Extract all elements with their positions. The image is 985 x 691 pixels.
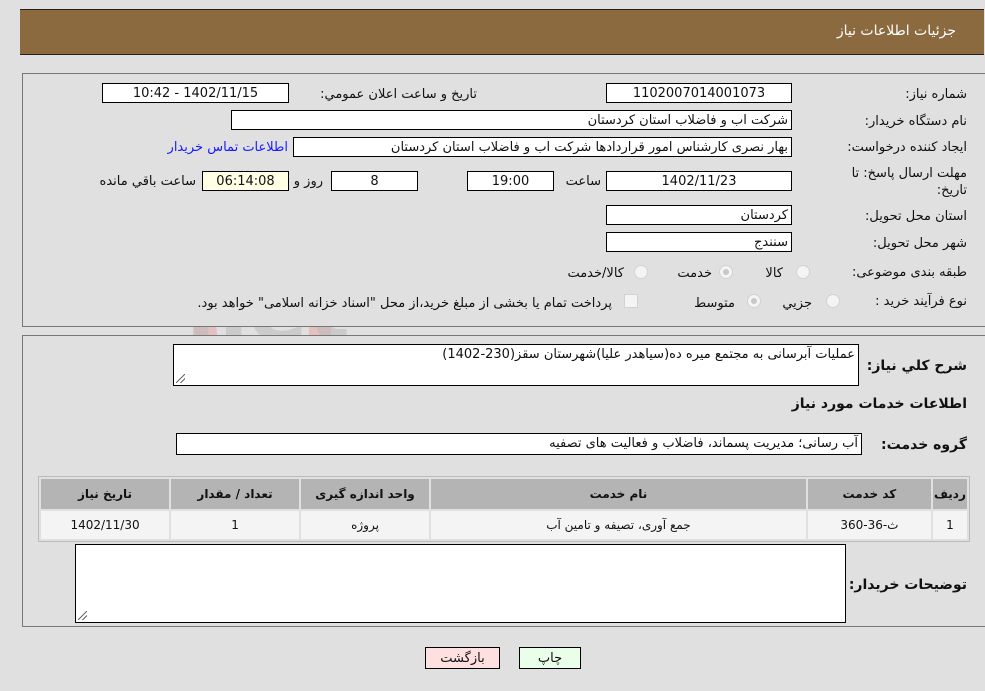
creator-field: بهار نصری کارشناس امور قراردادها شرکت اب… — [293, 137, 792, 157]
cell-row-number: 1 — [932, 511, 967, 539]
table-header-row: ردیف کد خدمت نام خدمت واحد اندازه گیری ت… — [41, 479, 967, 509]
cell-unit: پروژه — [301, 511, 430, 539]
city-field: سنندج — [606, 232, 792, 252]
col-header-quantity: تعداد / مقدار — [171, 479, 300, 509]
print-button[interactable]: چاپ — [519, 647, 581, 669]
cell-need-date: 1402/11/30 — [41, 511, 170, 539]
col-header-service-code: کد خدمت — [807, 479, 931, 509]
deadline-label-line2: تاریخ: — [936, 183, 967, 198]
treasury-note: پرداخت تمام یا بخشی از مبلغ خرید،از محل … — [197, 296, 612, 311]
col-header-service-name: نام خدمت — [431, 479, 806, 509]
time-remaining-label: ساعت باقي مانده — [99, 174, 196, 189]
description-text: عملیات آبرسانی به مجتمع میره ده(سیاهدر ع… — [442, 347, 855, 362]
service-group-field: آب رسانی؛ مدیریت پسماند، فاضلاب و فعالیت… — [176, 433, 862, 455]
category-radio-goods-service[interactable] — [634, 265, 648, 279]
description-label: شرح کلي نیاز: — [866, 358, 967, 374]
process-radio-minor[interactable] — [826, 294, 840, 308]
city-label: شهر محل تحویل: — [872, 236, 967, 251]
deadline-date-field: 1402/11/23 — [606, 171, 792, 191]
creator-label: ایجاد کننده درخواست: — [847, 140, 967, 155]
category-label: طبقه بندی موضوعی: — [851, 265, 967, 280]
resize-grip-icon[interactable] — [176, 374, 185, 383]
col-header-unit: واحد اندازه گیری — [301, 479, 430, 509]
category-option-goods: کالا — [765, 266, 783, 281]
services-table: ردیف کد خدمت نام خدمت واحد اندازه گیری ت… — [38, 476, 970, 542]
page-title: جزئیات اطلاعات نیاز — [836, 23, 956, 39]
process-option-minor: جزیي — [782, 296, 812, 311]
buyer-notes-label: توضیحات خریدار: — [848, 577, 967, 593]
col-header-need-date: تاریخ نیاز — [41, 479, 170, 509]
province-label: استان محل تحویل: — [865, 209, 967, 224]
category-radio-goods[interactable] — [796, 265, 810, 279]
category-radio-service[interactable] — [719, 265, 733, 279]
deadline-time-label: ساعت — [565, 174, 601, 189]
announce-field: 1402/11/15 - 10:42 — [102, 83, 289, 103]
buyer-contact-link[interactable]: اطلاعات تماس خریدار — [168, 140, 288, 155]
resize-grip-icon[interactable] — [78, 611, 87, 620]
table-row: 1 ث-36-360 جمع آوری، تصیفه و تامین آب پر… — [41, 511, 967, 539]
service-group-label: گروه خدمت: — [881, 437, 967, 453]
cell-quantity: 1 — [171, 511, 300, 539]
col-header-row-number: ردیف — [932, 479, 967, 509]
days-label: روز و — [293, 174, 323, 189]
deadline-time-field: 19:00 — [467, 171, 554, 191]
process-radio-medium[interactable] — [747, 294, 761, 308]
deadline-label-line1: مهلت ارسال پاسخ: تا — [851, 166, 967, 181]
announce-label: تاریخ و ساعت اعلان عمومي: — [320, 87, 477, 102]
description-textarea[interactable]: عملیات آبرسانی به مجتمع میره ده(سیاهدر ع… — [173, 344, 859, 386]
treasury-checkbox[interactable] — [624, 294, 638, 308]
category-option-goods-service: کالا/خدمت — [567, 266, 624, 281]
buyer-field: شرکت اب و فاضلاب استان کردستان — [231, 110, 792, 130]
process-type-label: نوع فرآیند خرید : — [875, 294, 967, 309]
buyer-label: نام دستگاه خریدار: — [864, 114, 967, 129]
days-remaining-field: 8 — [331, 171, 418, 191]
province-field: کردستان — [606, 205, 792, 225]
cell-service-name: جمع آوری، تصیفه و تامین آب — [431, 511, 806, 539]
need-number-label: شماره نیاز: — [905, 87, 967, 102]
services-heading: اطلاعات خدمات مورد نیاز — [791, 396, 967, 412]
need-number-field: 1102007014001073 — [606, 83, 792, 103]
buyer-notes-textarea[interactable] — [75, 544, 846, 623]
page-header: جزئیات اطلاعات نیاز — [20, 9, 984, 55]
time-remaining-field: 06:14:08 — [202, 171, 289, 191]
cell-service-code: ث-36-360 — [807, 511, 931, 539]
category-option-service: خدمت — [677, 266, 712, 281]
back-button[interactable]: بازگشت — [425, 647, 500, 669]
process-option-medium: متوسط — [694, 296, 735, 311]
